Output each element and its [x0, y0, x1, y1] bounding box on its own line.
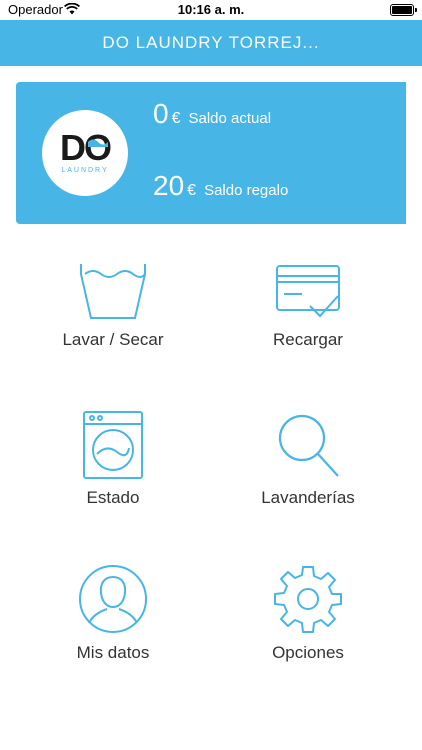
status-label: Estado: [86, 488, 140, 507]
balance-card: DO LAUNDRY 0 € Saldo actual 20 € Saldo r…: [16, 82, 406, 224]
options-label: Opciones: [272, 643, 344, 662]
gift-balance-amount: 20: [153, 170, 185, 201]
credit-card-icon: [276, 265, 340, 318]
wash-dry-button[interactable]: Lavar / Secar: [23, 262, 203, 350]
current-balance-currency: €: [171, 110, 181, 127]
battery-icon: [390, 4, 417, 16]
gift-balance: 20 € Saldo regalo: [153, 170, 288, 202]
laundries-label: Lavanderías: [261, 488, 355, 507]
page-title: DO LAUNDRY TORREJ...: [102, 33, 320, 52]
wave-icon: [88, 139, 108, 147]
my-data-button[interactable]: Mis datos: [23, 563, 203, 663]
clock: 10:16 a. m.: [177, 2, 245, 17]
options-button[interactable]: Opciones: [218, 563, 398, 663]
washing-machine-icon: [83, 411, 143, 479]
gift-balance-currency: €: [187, 182, 197, 199]
current-balance: 0 € Saldo actual: [153, 98, 271, 130]
wash-dry-label: Lavar / Secar: [62, 330, 164, 349]
app-header: DO LAUNDRY TORREJ...: [0, 20, 422, 66]
laundries-button[interactable]: Lavanderías: [218, 410, 398, 508]
gear-icon: [274, 566, 342, 633]
search-icon: [278, 414, 339, 477]
current-balance-amount: 0: [153, 98, 169, 129]
logo-subtext: LAUNDRY: [61, 167, 109, 174]
recharge-label: Recargar: [273, 330, 343, 349]
recharge-button[interactable]: Recargar: [218, 262, 398, 350]
status-button[interactable]: Estado: [23, 410, 203, 508]
status-bar: Operador 10:16 a. m.: [0, 0, 422, 20]
user-icon: [79, 565, 147, 633]
brand-logo: DO LAUNDRY: [42, 110, 128, 196]
current-balance-label: Saldo actual: [188, 110, 272, 127]
wash-basin-icon: [80, 264, 146, 319]
my-data-label: Mis datos: [76, 643, 150, 662]
logo-text: DO: [60, 127, 112, 168]
gift-balance-label: Saldo regalo: [204, 182, 289, 199]
